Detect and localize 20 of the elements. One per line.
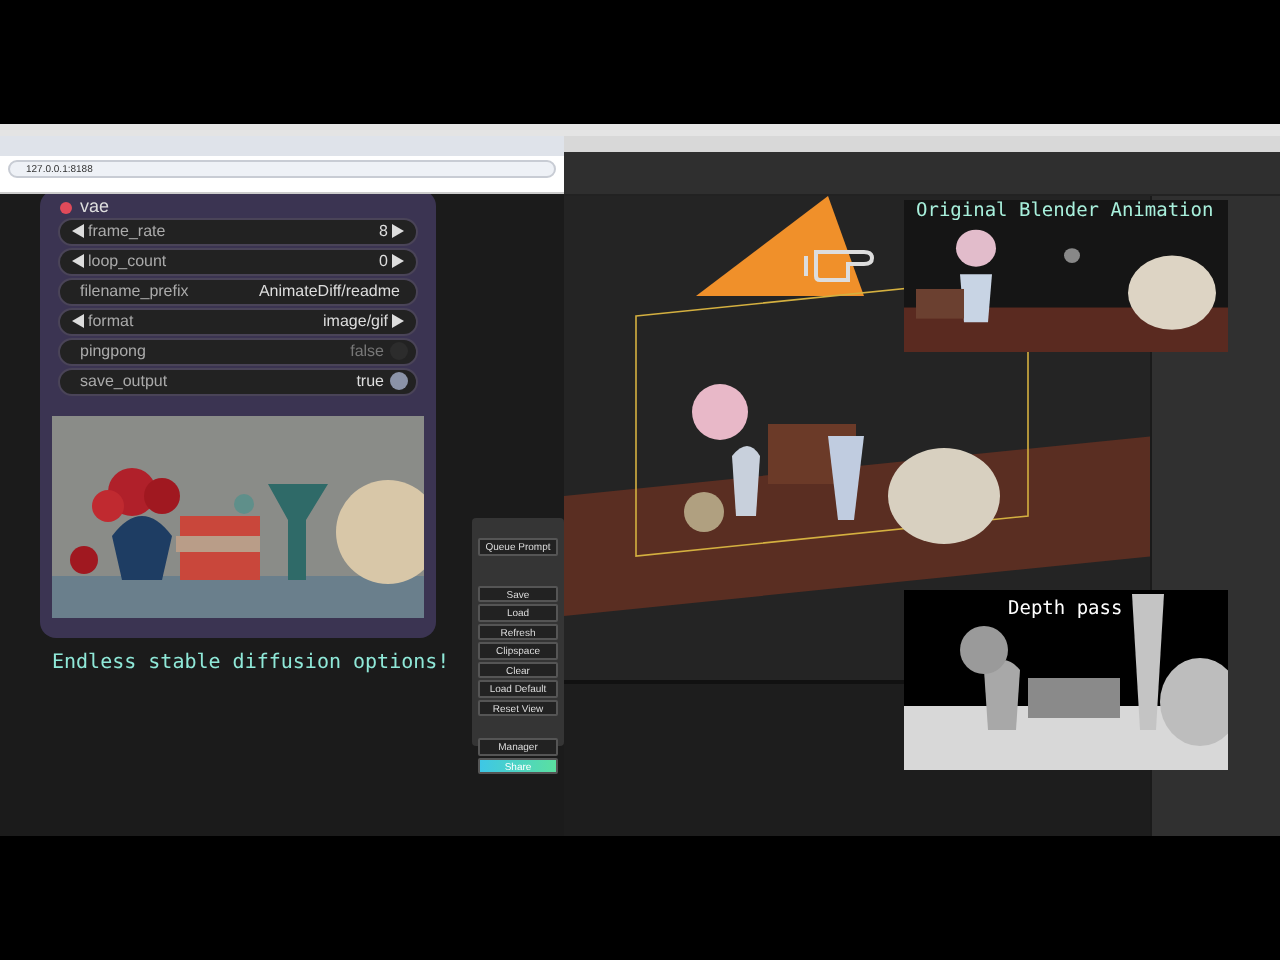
widget-field[interactable]: frame_rate 8 xyxy=(58,218,418,245)
caption: Endless stable diffusion options! xyxy=(52,650,450,678)
widget-value: image/gif xyxy=(323,309,388,334)
node-title: vae xyxy=(80,198,110,216)
widget-label: loop_count xyxy=(88,249,169,274)
widget-field[interactable]: pingpong false xyxy=(58,338,418,365)
widget-field[interactable]: format image/gif xyxy=(58,308,418,335)
widget-value: true xyxy=(356,369,384,394)
widget-value: 0 xyxy=(379,249,388,274)
widget-field[interactable]: filename_prefix AnimateDiff/readme xyxy=(58,278,418,305)
widget-label: pingpong xyxy=(80,339,148,364)
widget-value: AnimateDiff/readme xyxy=(258,279,400,304)
widget-label: format xyxy=(88,309,136,334)
widget-label: filename_prefix xyxy=(80,279,191,304)
widget-field[interactable]: loop_count 0 xyxy=(58,248,418,275)
widget-value: 8 xyxy=(379,219,388,244)
widget-label: save_output xyxy=(80,369,170,394)
widget-field[interactable]: save_output true xyxy=(58,368,418,395)
widget-label: frame_rate xyxy=(88,219,168,244)
widget-value: false xyxy=(350,339,384,364)
